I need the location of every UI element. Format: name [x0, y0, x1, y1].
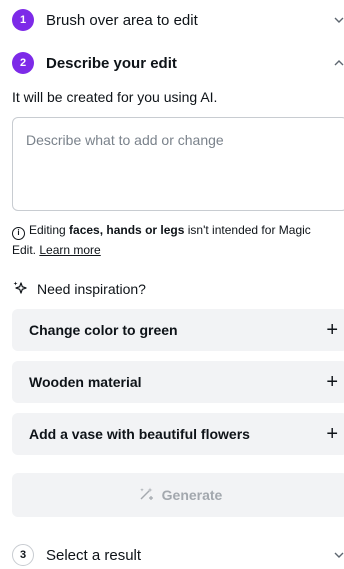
step-1-badge: 1: [12, 9, 34, 31]
suggestion-item[interactable]: Change color to green +: [12, 309, 344, 351]
inspiration-header: Need inspiration?: [12, 279, 146, 299]
suggestion-item[interactable]: Wooden material +: [12, 361, 344, 403]
learn-more-link[interactable]: Learn more: [39, 243, 100, 257]
chevron-up-icon[interactable]: [332, 56, 344, 70]
step-3-title: Select a result: [46, 546, 142, 564]
inspiration-label: Need inspiration?: [37, 281, 146, 297]
step-2-header[interactable]: 2 Describe your edit: [0, 49, 344, 77]
step-1-header[interactable]: 1 Brush over area to edit: [0, 6, 344, 34]
plus-icon[interactable]: +: [326, 371, 338, 394]
notice-bold: faces, hands or legs: [69, 223, 185, 237]
plus-icon[interactable]: +: [326, 319, 338, 342]
editing-notice: i Editing faces, hands or legs isn't inte…: [12, 220, 336, 260]
suggestion-item[interactable]: Add a vase with beautiful flowers +: [12, 413, 344, 455]
plus-icon[interactable]: +: [326, 423, 338, 446]
sparkle-icon: [12, 280, 28, 299]
notice-prefix: Editing: [29, 223, 70, 237]
magic-wand-icon: [138, 486, 154, 505]
chevron-down-icon[interactable]: [332, 548, 344, 562]
edit-description-input[interactable]: Describe what to add or change: [12, 117, 344, 211]
edit-description-placeholder: Describe what to add or change: [26, 132, 224, 148]
step-3-badge: 3: [12, 544, 34, 566]
step-1-title: Brush over area to edit: [46, 11, 198, 29]
suggestion-label: Change color to green: [29, 322, 178, 338]
step-2-title: Describe your edit: [46, 54, 177, 72]
chevron-down-icon[interactable]: [332, 13, 344, 27]
step-2-subtitle: It will be created for you using AI.: [12, 89, 218, 105]
step-2-badge: 2: [12, 52, 34, 74]
generate-label: Generate: [161, 487, 223, 503]
suggestion-label: Add a vase with beautiful flowers: [29, 426, 250, 442]
suggestion-label: Wooden material: [29, 374, 142, 390]
info-icon: i: [12, 226, 25, 240]
generate-button[interactable]: Generate: [12, 473, 344, 517]
